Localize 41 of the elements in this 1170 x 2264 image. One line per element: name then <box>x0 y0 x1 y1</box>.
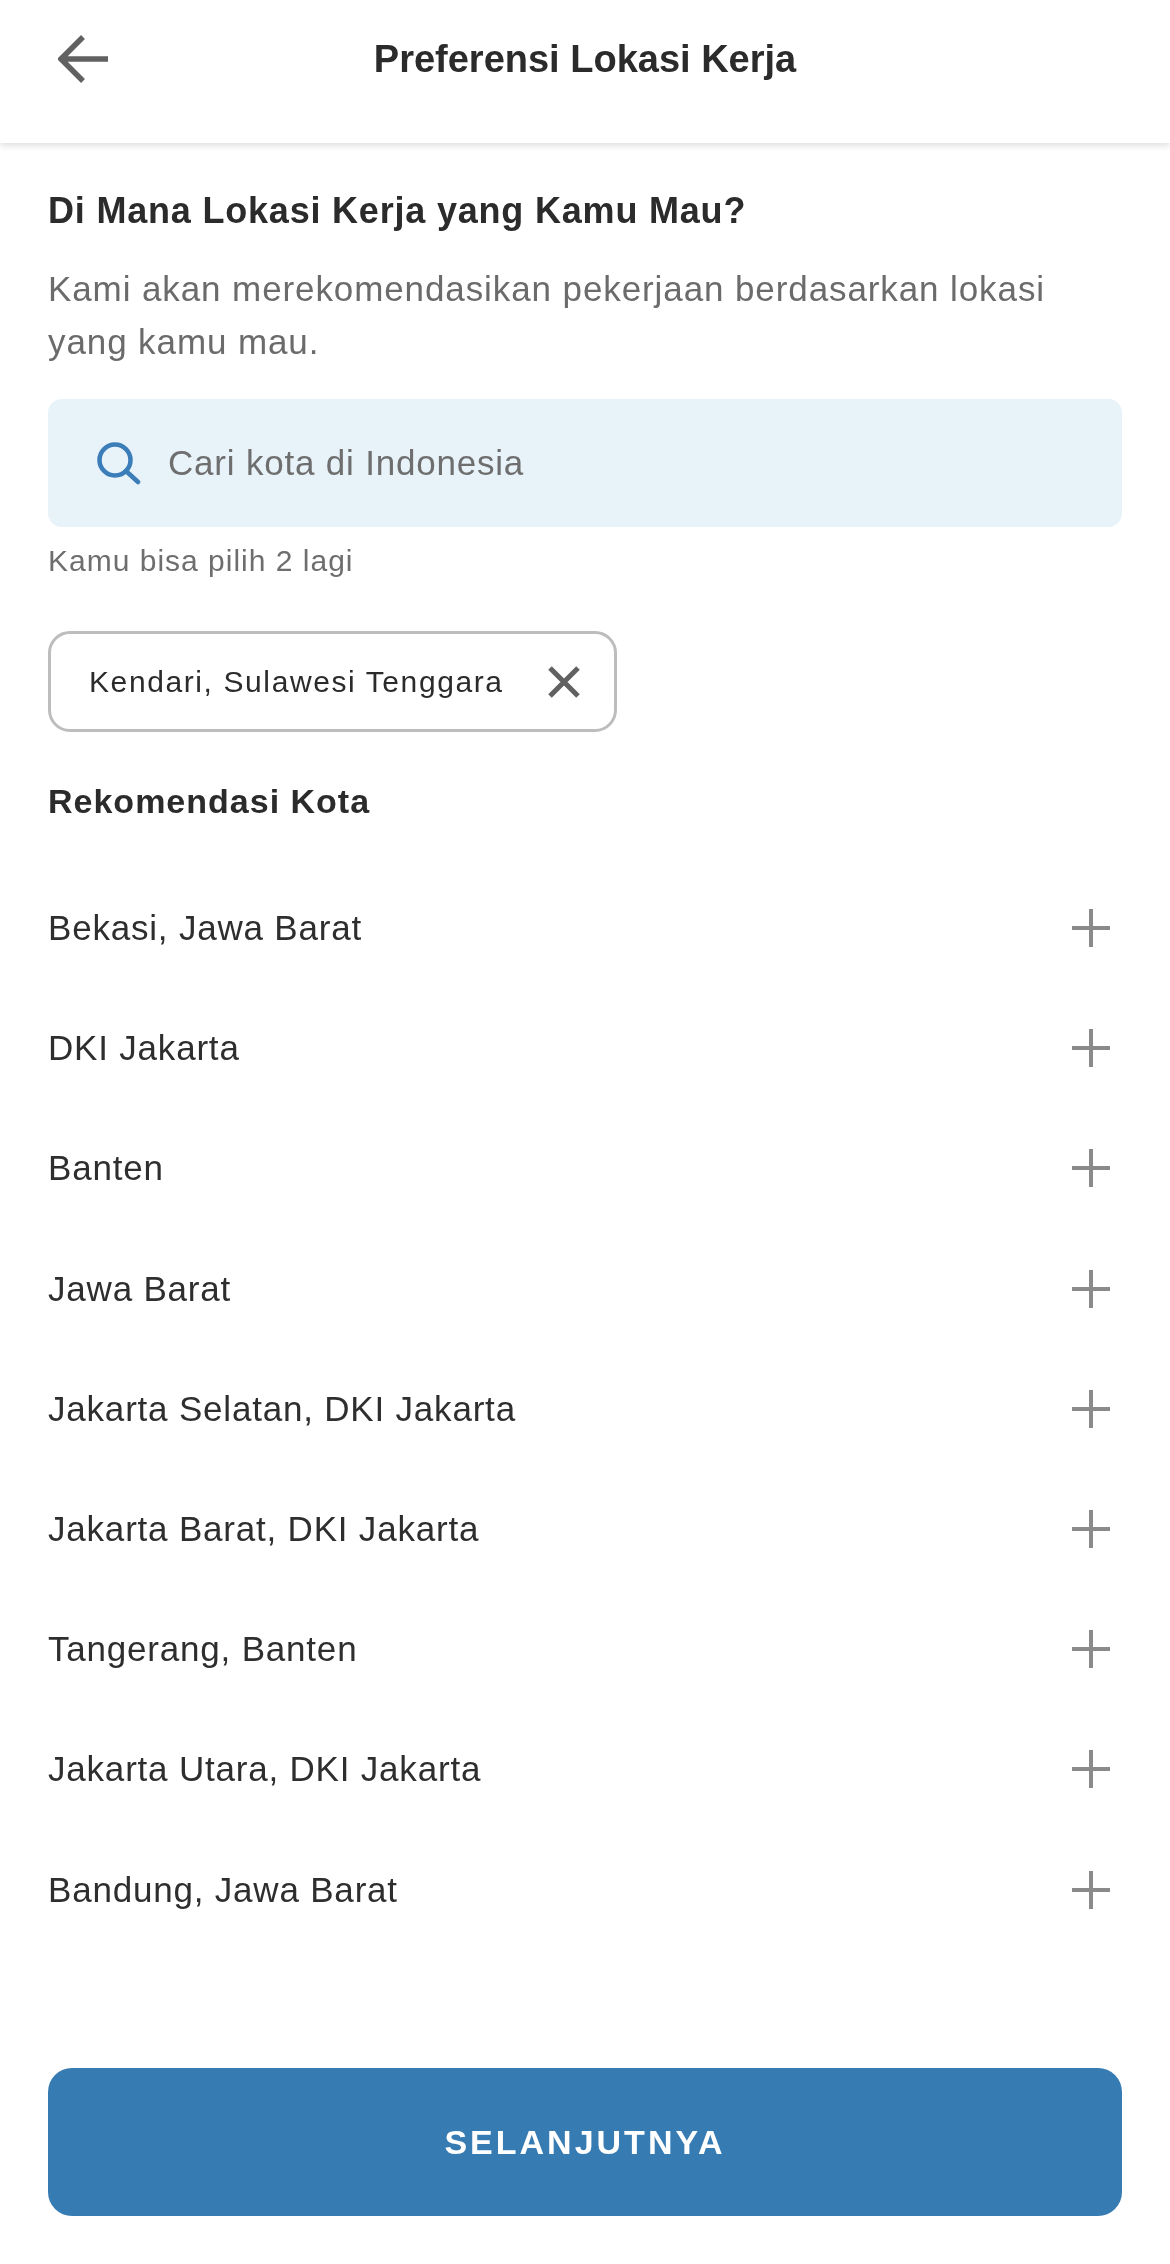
city-name: DKI Jakarta <box>48 1027 240 1070</box>
city-name: Bekasi, Jawa Barat <box>48 907 362 950</box>
search-input[interactable]: Cari kota di Indonesia <box>168 433 1098 493</box>
add-button[interactable] <box>1072 1269 1110 1308</box>
add-button[interactable] <box>1072 1149 1110 1188</box>
plus-icon <box>1072 1029 1110 1068</box>
city-name: Bandung, Jawa Barat <box>48 1868 398 1911</box>
city-name: Jakarta Utara, DKI Jakarta <box>48 1748 482 1791</box>
add-button[interactable] <box>1072 1630 1110 1669</box>
location-label: Kendari, Sulawesi Tenggara <box>89 663 504 700</box>
add-button[interactable] <box>1072 1870 1110 1909</box>
search-field[interactable]: Cari kota di Indonesia <box>48 399 1122 527</box>
plus-icon <box>1072 1149 1110 1188</box>
page-title: Preferensi Lokasi Kerja <box>373 37 797 81</box>
remove-button[interactable] <box>546 664 581 699</box>
section-heading: Di Mana Lokasi Kerja yang Kamu Mau? <box>48 189 747 233</box>
plus-icon <box>1072 1870 1110 1909</box>
search-icon <box>96 441 142 485</box>
plus-icon <box>1072 1750 1110 1789</box>
back-button[interactable] <box>58 34 110 84</box>
plus-icon <box>1072 909 1110 948</box>
selection-hint: Kamu bisa pilih 2 lagi <box>48 543 354 579</box>
plus-icon <box>1072 1510 1110 1549</box>
add-button[interactable] <box>1072 1029 1110 1068</box>
city-name: Tangerang, Banten <box>48 1628 358 1671</box>
plus-icon <box>1072 1630 1110 1669</box>
plus-icon <box>1072 1389 1110 1428</box>
next-button[interactable]: SELANJUTNYA <box>48 2068 1122 2216</box>
city-name: Banten <box>48 1147 164 1190</box>
plus-icon <box>1072 1269 1110 1308</box>
city-name: Jakarta Barat, DKI Jakarta <box>48 1508 480 1551</box>
city-name: Jawa Barat <box>48 1267 232 1310</box>
city-name: Jakarta Selatan, DKI Jakarta <box>48 1387 516 1430</box>
description-text: Kami akan merekomendasikan pekerjaan berdasarkan lokasi yang kamu mau. <box>48 268 1046 363</box>
add-button[interactable] <box>1072 1389 1110 1428</box>
add-button[interactable] <box>1072 909 1110 948</box>
back-arrow-icon <box>58 34 110 84</box>
recommendations-heading: Rekomendasi Kota <box>48 781 371 822</box>
add-button[interactable] <box>1072 1510 1110 1549</box>
close-icon <box>546 664 581 699</box>
add-button[interactable] <box>1072 1750 1110 1789</box>
